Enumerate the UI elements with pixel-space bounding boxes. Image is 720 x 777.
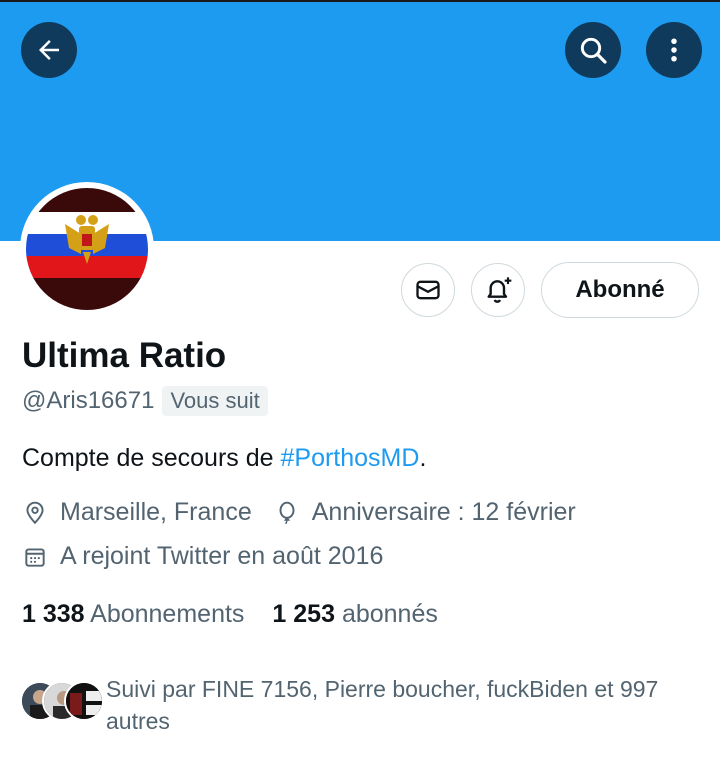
followed-by-text[interactable]: Suivi par FINE 7156, Pierre boucher, fuc…	[106, 673, 706, 737]
notifications-button[interactable]	[471, 263, 525, 317]
joined-row: A rejoint Twitter en août 2016	[22, 542, 383, 571]
arrow-left-icon	[39, 40, 59, 60]
following-label: Abonnements	[90, 600, 245, 628]
joined-text: A rejoint Twitter en août 2016	[60, 542, 384, 570]
profile-meta-row: Marseille, France Anniversaire : 12 févr…	[22, 498, 576, 527]
mail-icon	[416, 280, 440, 300]
bell-plus-icon	[487, 277, 512, 303]
birthday-text: Anniversaire : 12 février	[311, 498, 576, 526]
following-count: 1 338	[22, 600, 85, 628]
bio-text: Compte de secours de	[22, 444, 281, 472]
avatar-image	[26, 188, 148, 310]
profile-bio: Compte de secours de #PorthosMD.	[22, 444, 426, 473]
profile-stats: 1 338 Abonnements 1 253 abonnés	[22, 600, 466, 629]
follows-you-badge: Vous suit	[162, 386, 268, 416]
search-button[interactable]	[565, 22, 621, 78]
profile-avatar[interactable]	[20, 182, 154, 316]
followers-count: 1 253	[272, 600, 335, 628]
followers-stat[interactable]: 1 253 abonnés	[272, 600, 437, 629]
back-button[interactable]	[21, 22, 77, 78]
follower-avatar-3	[64, 681, 104, 721]
search-icon	[580, 37, 607, 64]
followers-label: abonnés	[341, 600, 438, 628]
location-pin-icon	[26, 501, 44, 524]
more-options-button[interactable]	[646, 22, 702, 78]
joined-date: A rejoint Twitter en août 2016	[22, 542, 383, 571]
handle-row: @Aris16671 Vous suit	[22, 386, 268, 416]
birthday: Anniversaire : 12 février	[274, 498, 576, 527]
message-button[interactable]	[401, 263, 455, 317]
balloon-icon	[279, 501, 295, 524]
location-text: Marseille, France	[60, 498, 252, 526]
following-stat[interactable]: 1 338 Abonnements	[22, 600, 244, 629]
following-button[interactable]: Abonné	[541, 262, 699, 318]
followed-by-avatars[interactable]	[20, 673, 104, 723]
location: Marseille, France	[22, 498, 252, 527]
profile-name: Ultima Ratio	[22, 336, 227, 375]
bio-suffix: .	[419, 444, 427, 472]
more-vertical-icon	[671, 38, 677, 62]
profile-handle: @Aris16671	[22, 387, 155, 414]
bio-hashtag-link[interactable]: #PorthosMD	[280, 444, 419, 472]
calendar-icon	[25, 547, 45, 567]
